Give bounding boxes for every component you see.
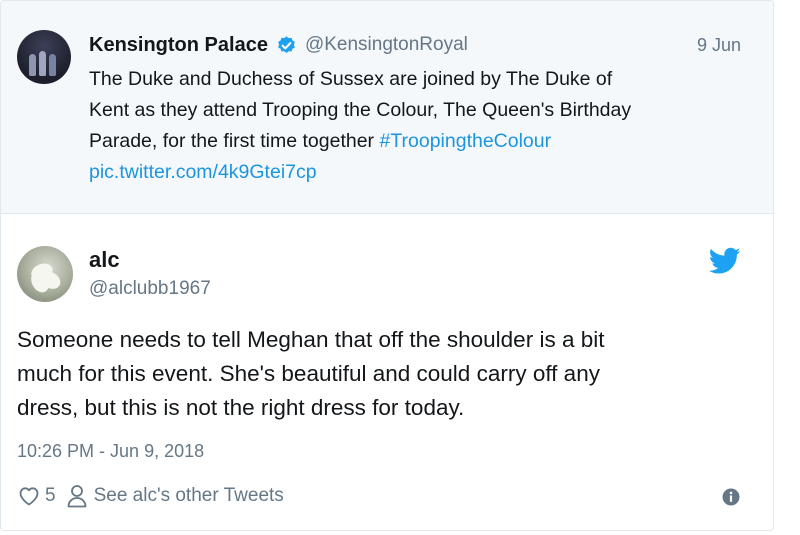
tweet-text-line: dress, but this is not the right dress f… xyxy=(17,395,465,420)
person-icon[interactable] xyxy=(66,484,88,508)
quoted-text-fragment: Parade, for the first time together xyxy=(89,130,380,152)
user-display-name[interactable]: alc xyxy=(89,247,120,273)
pic-link[interactable]: pic.twitter.com/4k9Gtei7cp xyxy=(89,157,739,188)
quoted-tweet[interactable]: Kensington Palace @KensingtonRoyal 9 Jun… xyxy=(1,1,773,214)
quoted-handle[interactable]: @KensingtonRoyal xyxy=(305,34,468,56)
quoted-tweet-text: The Duke and Duchess of Sussex are joine… xyxy=(89,64,739,188)
heart-icon[interactable] xyxy=(17,484,41,508)
quoted-text-line: Kent as they attend Trooping the Colour,… xyxy=(89,99,632,121)
quoted-text-line: The Duke and Duchess of Sussex are joine… xyxy=(89,68,613,90)
see-other-tweets-link[interactable]: See alc's other Tweets xyxy=(94,485,284,507)
verified-badge-icon xyxy=(276,35,297,56)
tweet-text: Someone needs to tell Meghan that off th… xyxy=(17,323,717,425)
tweet-text-line: much for this event. She's beautiful and… xyxy=(17,361,600,386)
hashtag-link[interactable]: #TroopingtheColour xyxy=(379,130,551,152)
tweet-text-line: Someone needs to tell Meghan that off th… xyxy=(17,327,605,352)
quoted-display-name[interactable]: Kensington Palace xyxy=(89,34,268,57)
user-avatar[interactable] xyxy=(17,246,73,302)
user-handle[interactable]: @alclubb1967 xyxy=(89,278,211,300)
twitter-bird-icon[interactable] xyxy=(708,247,741,275)
embedded-tweet-card: Kensington Palace @KensingtonRoyal 9 Jun… xyxy=(0,0,774,531)
quoted-text-line: Parade, for the first time together #Tro… xyxy=(89,126,739,157)
quoted-date[interactable]: 9 Jun xyxy=(697,35,741,56)
quoted-tweet-header: Kensington Palace @KensingtonRoyal xyxy=(89,32,468,58)
tweet-timestamp[interactable]: 10:26 PM - Jun 9, 2018 xyxy=(17,441,204,462)
kensington-avatar[interactable] xyxy=(17,30,71,84)
info-icon[interactable] xyxy=(722,488,740,506)
tweet-actions: 5 See alc's other Tweets xyxy=(17,481,284,511)
like-count[interactable]: 5 xyxy=(45,485,56,507)
